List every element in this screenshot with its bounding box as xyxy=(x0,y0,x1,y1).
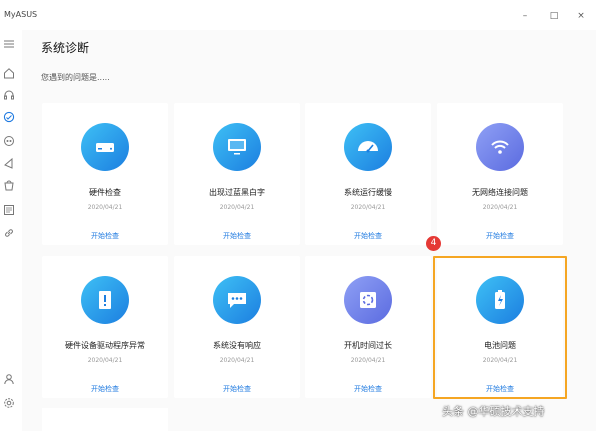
link-icon[interactable] xyxy=(2,226,16,240)
headset-icon[interactable] xyxy=(2,88,16,102)
wifi-icon xyxy=(476,123,524,171)
page-subtitle: 您遇到的问题是..... xyxy=(41,73,110,82)
close-button[interactable]: × xyxy=(574,9,588,23)
driver-warning-icon xyxy=(81,276,129,324)
speedometer-icon xyxy=(344,123,392,171)
chat-dots-icon xyxy=(213,276,261,324)
start-check-link[interactable]: 开始检查 xyxy=(305,384,431,394)
diagnosis-card-partial xyxy=(42,408,168,431)
step-badge: 4 xyxy=(426,236,441,251)
highlight-box xyxy=(433,256,567,399)
sidebar xyxy=(0,30,22,431)
card-date: 2020/04/21 xyxy=(482,204,518,211)
card-date: 2020/04/21 xyxy=(219,204,255,211)
watermark: 头条 @华硕技术支持 xyxy=(442,405,545,418)
card-title: 硬件检查 xyxy=(89,188,121,197)
start-check-link[interactable]: 开始检查 xyxy=(42,384,168,394)
hard-drive-icon xyxy=(81,123,129,171)
card-title: 系统运行缓慢 xyxy=(344,188,392,197)
settings-icon[interactable] xyxy=(2,396,16,410)
card-date: 2020/04/21 xyxy=(219,357,255,364)
menu-icon[interactable] xyxy=(2,37,16,51)
diagnosis-card-slow-boot[interactable]: 开机时间过长 2020/04/21 开始检查 xyxy=(305,256,431,398)
diagnosis-card-slow-system[interactable]: 系统运行缓慢 2020/04/21 开始检查 xyxy=(305,103,431,245)
start-check-link[interactable]: 开始检查 xyxy=(42,231,168,241)
title-bar: MyASUS – □ × xyxy=(0,0,596,30)
user-icon[interactable] xyxy=(2,372,16,386)
card-title: 出现过蓝黑白字 xyxy=(209,188,265,197)
minimize-button[interactable]: – xyxy=(518,9,532,23)
start-check-link[interactable]: 开始检查 xyxy=(174,231,300,241)
diagnosis-card-blue-screen[interactable]: 出现过蓝黑白字 2020/04/21 开始检查 xyxy=(174,103,300,245)
card-title: 开机时间过长 xyxy=(344,341,392,350)
diagnosis-card-network[interactable]: 无网络连接问题 2020/04/21 开始检查 xyxy=(437,103,563,245)
store-icon[interactable] xyxy=(2,178,16,192)
page-title: 系统诊断 xyxy=(41,41,90,55)
diagnosis-icon[interactable] xyxy=(2,110,16,124)
start-check-link[interactable]: 开始检查 xyxy=(305,231,431,241)
news-icon[interactable] xyxy=(2,203,16,217)
card-date: 2020/04/21 xyxy=(350,357,386,364)
maximize-button[interactable]: □ xyxy=(547,9,561,23)
home-icon[interactable] xyxy=(2,66,16,80)
card-date: 2020/04/21 xyxy=(87,204,123,211)
card-title: 系统没有响应 xyxy=(213,341,261,350)
monitor-icon xyxy=(213,123,261,171)
card-date: 2020/04/21 xyxy=(350,204,386,211)
app-title: MyASUS xyxy=(4,10,38,19)
promotion-icon[interactable] xyxy=(2,156,16,170)
start-check-link[interactable]: 开始检查 xyxy=(174,384,300,394)
card-title: 硬件设备驱动程序异常 xyxy=(65,341,145,350)
diagnosis-card-no-response[interactable]: 系统没有响应 2020/04/21 开始检查 xyxy=(174,256,300,398)
loading-icon xyxy=(344,276,392,324)
diagnosis-card-driver[interactable]: 硬件设备驱动程序异常 2020/04/21 开始检查 xyxy=(42,256,168,398)
connect-icon[interactable] xyxy=(2,134,16,148)
diagnosis-card-hardware[interactable]: 硬件检查 2020/04/21 开始检查 xyxy=(42,103,168,245)
start-check-link[interactable]: 开始检查 xyxy=(437,231,563,241)
card-date: 2020/04/21 xyxy=(87,357,123,364)
card-title: 无网络连接问题 xyxy=(472,188,528,197)
